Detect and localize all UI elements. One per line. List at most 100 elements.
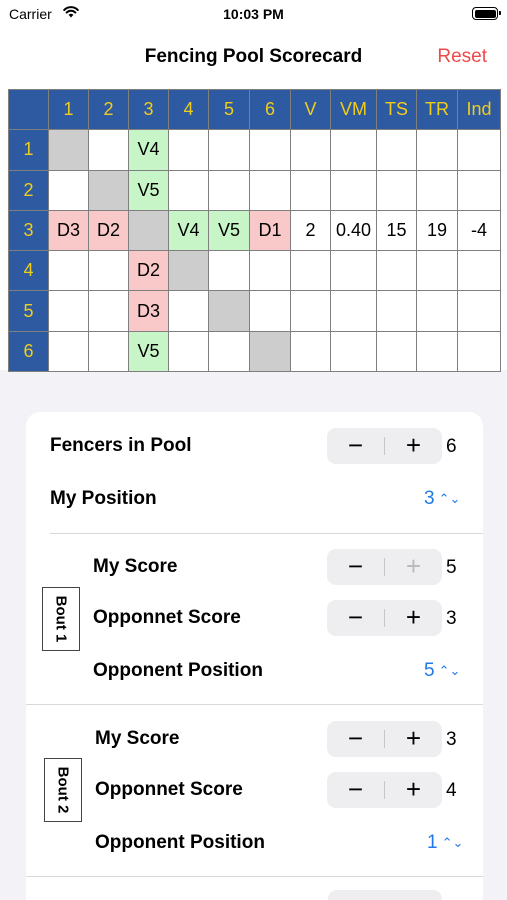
bout-result-cell[interactable] bbox=[376, 169, 417, 211]
diagonal-cell bbox=[249, 330, 291, 373]
bout-result-cell[interactable] bbox=[290, 169, 331, 211]
bout-result-cell[interactable] bbox=[376, 330, 417, 373]
bout-result-cell[interactable] bbox=[330, 330, 377, 373]
bout-result-cell[interactable]: 19 bbox=[416, 209, 458, 252]
scorecard-header-area: Carrier 10:03 PM Fencing Pool Scorecard … bbox=[0, 0, 507, 373]
bout-result-cell[interactable] bbox=[168, 169, 209, 211]
minus-icon[interactable]: − bbox=[327, 428, 384, 464]
reset-button[interactable]: Reset bbox=[437, 46, 487, 68]
bout-result-cell[interactable] bbox=[249, 129, 291, 171]
bout-1-opponent-position-value: 5 bbox=[424, 660, 435, 681]
diagonal-cell bbox=[88, 169, 129, 211]
bout-result-cell[interactable]: D3 bbox=[48, 209, 89, 252]
bout-result-cell[interactable]: D3 bbox=[128, 290, 169, 332]
bout-result-cell[interactable] bbox=[290, 250, 331, 292]
bout-result-cell[interactable]: V4 bbox=[128, 129, 169, 171]
row-header: 2 bbox=[8, 169, 49, 211]
bout-result-cell[interactable]: 0.40 bbox=[330, 209, 377, 252]
bout-result-cell[interactable]: V4 bbox=[168, 209, 209, 252]
bout-result-cell[interactable] bbox=[249, 290, 291, 332]
bout-result-cell[interactable] bbox=[208, 250, 250, 292]
bout-result-cell[interactable] bbox=[457, 169, 501, 211]
bout-result-cell[interactable] bbox=[208, 129, 250, 171]
bout-result-cell[interactable]: V5 bbox=[208, 209, 250, 252]
bout-result-cell[interactable] bbox=[249, 250, 291, 292]
column-header: 4 bbox=[168, 88, 209, 131]
bout-2-opponent-position-label: Opponent Position bbox=[95, 832, 265, 853]
bout-result-cell[interactable] bbox=[88, 330, 129, 373]
diagonal-cell bbox=[48, 129, 89, 171]
bout-result-cell[interactable] bbox=[88, 129, 129, 171]
bout-result-cell[interactable] bbox=[457, 129, 501, 171]
bout-result-cell[interactable]: V5 bbox=[128, 330, 169, 373]
bout-result-cell[interactable] bbox=[48, 330, 89, 373]
plus-icon[interactable]: + bbox=[385, 428, 442, 464]
bout-result-cell[interactable] bbox=[416, 169, 458, 211]
bout-result-cell[interactable] bbox=[168, 290, 209, 332]
bout-result-cell[interactable] bbox=[376, 290, 417, 332]
pool-row: 3 D3 D2 V4 V5 D1 2 0.40 15 19 -4 bbox=[8, 209, 501, 252]
bout-result-cell[interactable] bbox=[208, 330, 250, 373]
minus-icon[interactable]: − bbox=[327, 600, 384, 636]
column-header: 3 bbox=[128, 88, 169, 131]
bout-result-cell[interactable]: -4 bbox=[457, 209, 501, 252]
my-position-picker[interactable]: 3 ⌃⌄ bbox=[424, 488, 460, 510]
bout-result-cell[interactable] bbox=[48, 169, 89, 211]
section-divider bbox=[50, 533, 483, 534]
bout-result-cell[interactable] bbox=[48, 250, 89, 292]
column-header: 6 bbox=[249, 88, 291, 131]
bout-result-cell[interactable] bbox=[416, 250, 458, 292]
bout-result-cell[interactable] bbox=[457, 250, 501, 292]
column-header: VM bbox=[330, 88, 377, 131]
bout-result-cell[interactable]: D2 bbox=[128, 250, 169, 292]
column-header: TS bbox=[376, 88, 417, 131]
bout-result-cell[interactable] bbox=[416, 129, 458, 171]
pool-table: 1 2 3 4 5 6 V VM TS TR Ind 1 V4 2 V5 3 D3 D2 V4 V5 D1 2 0.40 15… bbox=[8, 88, 501, 373]
bout-1-opponent-position-label: Opponent Position bbox=[93, 660, 263, 681]
bout-result-cell[interactable] bbox=[330, 169, 377, 211]
bout-result-cell[interactable]: 15 bbox=[376, 209, 417, 252]
bout-result-cell[interactable] bbox=[290, 290, 331, 332]
bout-1-title: Bout 1 bbox=[52, 595, 70, 643]
plus-icon[interactable]: + bbox=[385, 600, 442, 636]
bout-result-cell[interactable] bbox=[457, 290, 501, 332]
bout-result-cell[interactable] bbox=[330, 290, 377, 332]
page-title: Fencing Pool Scorecard bbox=[144, 46, 363, 67]
bout-result-cell[interactable] bbox=[376, 129, 417, 171]
bout-result-cell[interactable]: D1 bbox=[249, 209, 291, 252]
plus-icon[interactable]: + bbox=[385, 549, 442, 585]
bout-3-stepper-partial[interactable] bbox=[328, 890, 442, 900]
bout-result-cell[interactable] bbox=[290, 330, 331, 373]
bout-result-cell[interactable] bbox=[457, 330, 501, 373]
bout-result-cell[interactable] bbox=[330, 250, 377, 292]
column-header: 2 bbox=[88, 88, 129, 131]
plus-icon[interactable]: + bbox=[385, 721, 442, 757]
bout-result-cell[interactable] bbox=[330, 129, 377, 171]
bout-result-cell[interactable] bbox=[48, 290, 89, 332]
minus-icon[interactable]: − bbox=[327, 721, 384, 757]
row-header: 4 bbox=[8, 250, 49, 292]
bout-result-cell[interactable] bbox=[249, 169, 291, 211]
bout-result-cell[interactable] bbox=[416, 290, 458, 332]
my-position-value: 3 bbox=[424, 488, 435, 509]
plus-icon[interactable]: + bbox=[385, 772, 442, 808]
bout-result-cell[interactable] bbox=[376, 250, 417, 292]
bout-result-cell[interactable] bbox=[88, 250, 129, 292]
bout-1-opponent-position-picker[interactable]: 5 ⌃⌄ bbox=[424, 660, 460, 682]
minus-icon[interactable]: − bbox=[327, 772, 384, 808]
bout-result-cell[interactable] bbox=[168, 330, 209, 373]
bout-result-cell[interactable]: 2 bbox=[290, 209, 331, 252]
bout-result-cell[interactable] bbox=[88, 290, 129, 332]
bout-2-label-box: Bout 2 bbox=[44, 758, 82, 822]
pool-row: 1 V4 bbox=[8, 129, 501, 171]
bout-result-cell[interactable] bbox=[168, 129, 209, 171]
bout-result-cell[interactable] bbox=[208, 169, 250, 211]
bout-2-opponent-position-value: 1 bbox=[427, 832, 438, 853]
bout-result-cell[interactable] bbox=[290, 129, 331, 171]
bout-2-opponent-position-picker[interactable]: 1 ⌃⌄ bbox=[427, 832, 463, 854]
minus-icon[interactable]: − bbox=[327, 549, 384, 585]
bout-result-cell[interactable]: D2 bbox=[88, 209, 129, 252]
bout-result-cell[interactable]: V5 bbox=[128, 169, 169, 211]
row-header: 5 bbox=[8, 290, 49, 332]
bout-result-cell[interactable] bbox=[416, 330, 458, 373]
